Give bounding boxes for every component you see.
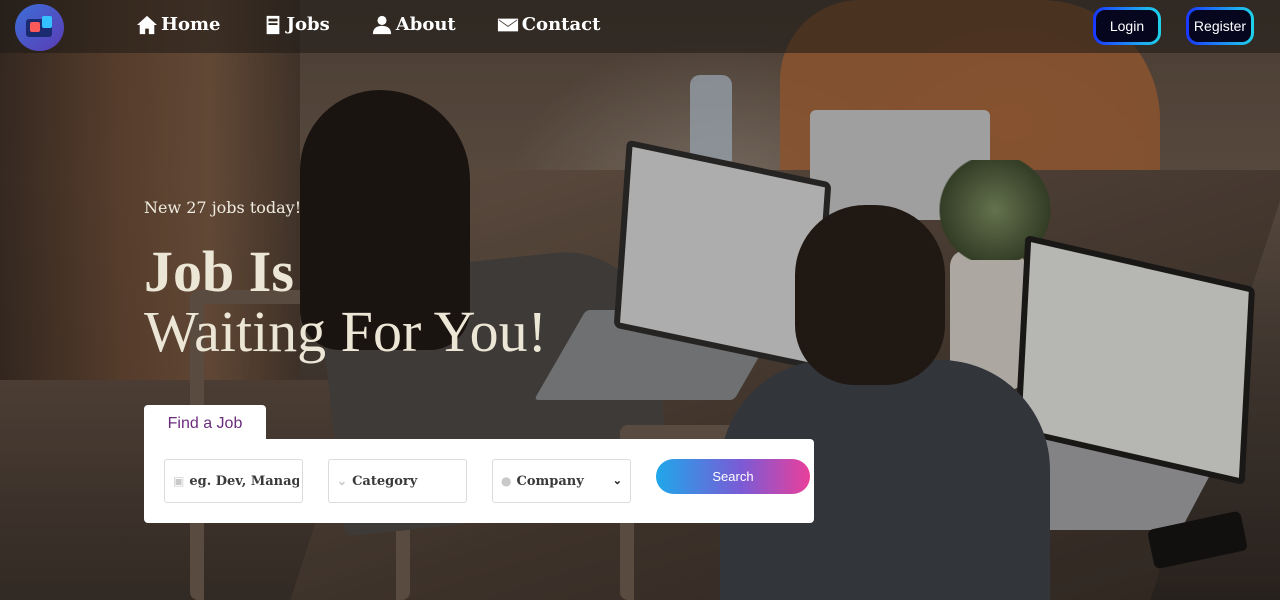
tab-find-a-job[interactable]: Find a Job (144, 405, 266, 443)
nav-item-label: About (395, 14, 456, 35)
logo-shape (30, 22, 40, 32)
site-logo[interactable] (15, 4, 64, 51)
map-pin-icon: ● (501, 474, 512, 488)
briefcase-icon: ▣ (173, 474, 185, 488)
nav-item-home[interactable]: Home (136, 14, 221, 35)
chevron-down-icon: ⌄ (612, 474, 622, 487)
navbar: Home Jobs About Contact Login Register (0, 0, 1280, 53)
company-value: Company (516, 473, 584, 489)
keyword-field[interactable]: ▣ (164, 459, 303, 503)
category-select[interactable]: ⌄ Category (328, 459, 467, 503)
nav-item-label: Jobs (286, 14, 330, 35)
login-button[interactable]: Login (1093, 7, 1161, 45)
book-icon (266, 15, 279, 34)
search-button[interactable]: Search (656, 459, 810, 494)
chevron-down-icon: ⌄ (337, 474, 348, 488)
user-icon (372, 15, 391, 34)
home-icon (137, 15, 157, 34)
nav-item-jobs[interactable]: Jobs (262, 14, 330, 35)
keyword-input[interactable] (189, 473, 300, 489)
nav-item-contact[interactable]: Contact (497, 14, 601, 35)
nav-links: Home Jobs About Contact (136, 14, 641, 35)
register-button[interactable]: Register (1186, 7, 1254, 45)
logo-shape (42, 16, 52, 28)
hero-title-line1: Job Is (144, 239, 294, 304)
nav-item-label: Home (161, 14, 221, 35)
envelope-icon (497, 18, 518, 31)
nav-item-about[interactable]: About (371, 14, 456, 35)
hero-subtitle: New 27 jobs today! (144, 198, 302, 217)
nav-item-label: Contact (521, 14, 601, 35)
hero-title-line2: Waiting For You! (144, 299, 547, 364)
company-select[interactable]: ● Company ⌄ (492, 459, 631, 503)
category-value: Category (352, 473, 418, 489)
search-panel: ▣ ⌄ Category ● Company ⌄ Search (144, 439, 814, 523)
